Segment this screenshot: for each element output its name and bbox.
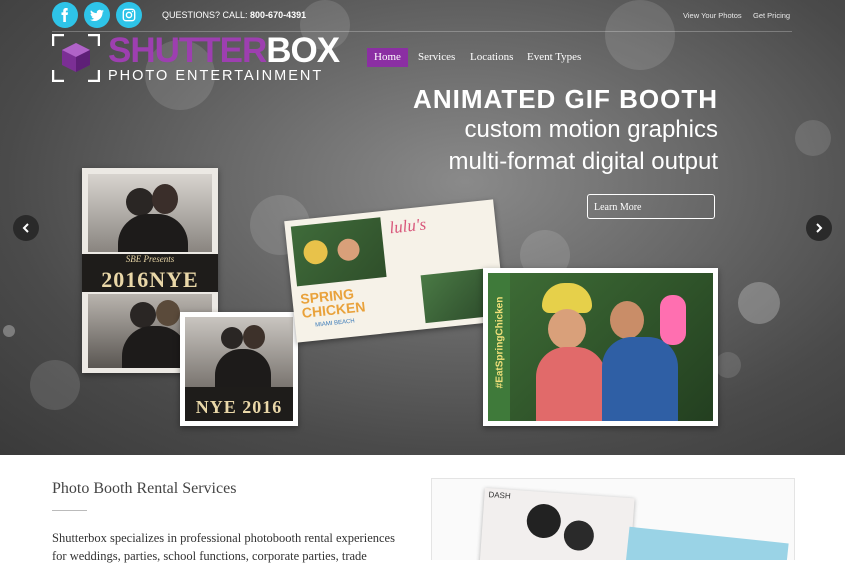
nav-home[interactable]: Home	[367, 48, 408, 67]
person-figure	[525, 502, 562, 540]
bokeh-circle	[738, 282, 780, 324]
photo-print-dash: DASH	[479, 487, 635, 560]
flamingo-prop	[660, 295, 686, 345]
hashtag-text: #EatSpringChicken	[494, 296, 506, 389]
person-figure	[118, 214, 188, 252]
person-figure	[562, 519, 595, 552]
person-figure	[336, 237, 361, 262]
person-figure	[156, 300, 180, 326]
prev-slide-button[interactable]	[13, 215, 39, 241]
nav-event-types[interactable]: Event Types	[527, 48, 581, 67]
person-figure	[243, 325, 265, 349]
learn-more-button[interactable]: Learn More	[587, 194, 715, 219]
person-figure	[130, 302, 156, 328]
person-figure	[122, 326, 188, 368]
hero-subline-1: custom motion graphics	[464, 116, 718, 143]
hero-headline-block: ANIMATED GIF BOOTH custom motion graphic…	[413, 84, 718, 178]
photo-frame	[185, 317, 293, 387]
dash-caption: DASH	[488, 490, 512, 501]
miami-beach-text: MIAMI BEACH	[314, 318, 356, 329]
instagram-icon[interactable]	[116, 2, 142, 28]
chevron-right-icon	[816, 223, 823, 233]
contact-phone: QUESTIONS? CALL: 800-670-4391	[162, 10, 306, 20]
nye-banner: 2016NYE SBE Presents	[82, 254, 218, 292]
facebook-icon[interactable]	[52, 2, 78, 28]
person-figure	[215, 349, 271, 387]
person-figure	[302, 239, 329, 266]
lulus-logo-text: lulu's	[388, 214, 427, 238]
nye-banner: NYE 2016	[185, 387, 293, 421]
person-figure	[536, 347, 606, 421]
phone-number[interactable]: 800-670-4391	[250, 10, 306, 20]
hashtag-sidebar: #EatSpringChicken	[488, 273, 510, 421]
nav-locations[interactable]: Locations	[470, 48, 513, 67]
logo-word-box: BOX	[266, 31, 340, 70]
nav-services[interactable]: Services	[418, 48, 455, 67]
photo-print-nye-small: NYE 2016	[180, 312, 298, 426]
photo-print-blue	[625, 526, 789, 560]
top-bar: QUESTIONS? CALL: 800-670-4391 View Your …	[0, 0, 845, 32]
logo-cube-icon[interactable]	[51, 33, 101, 83]
section-paragraph: Shutterbox specializes in professional p…	[52, 531, 395, 563]
person-figure	[610, 301, 644, 339]
photo-frame	[88, 174, 212, 252]
chevron-left-icon	[22, 223, 29, 233]
photo-print-eat-spring-chicken: #EatSpringChicken	[483, 268, 718, 426]
photo-print-spring-chicken: lulu's SPRING CHICKEN MIAMI BEACH	[284, 199, 506, 343]
hero-subline-2: multi-format digital output	[448, 148, 718, 175]
person-figure	[221, 327, 243, 349]
photo-frame	[510, 273, 713, 421]
call-label: QUESTIONS? CALL:	[162, 10, 248, 20]
bokeh-circle	[3, 325, 15, 337]
services-image-panel: DASH	[431, 478, 795, 560]
hero-headline: ANIMATED GIF BOOTH	[413, 84, 718, 114]
twitter-icon[interactable]	[84, 2, 110, 28]
spring-chicken-text: SPRING CHICKEN	[299, 285, 367, 321]
section-divider	[52, 510, 87, 511]
person-figure	[152, 184, 178, 214]
nye-banner-text: 2016NYE	[101, 267, 199, 292]
person-figure	[602, 337, 678, 421]
bokeh-circle	[30, 360, 80, 410]
get-pricing-link[interactable]: Get Pricing	[753, 11, 790, 20]
logo-wordmark[interactable]: SHUTTERBOX	[108, 31, 340, 70]
bokeh-circle	[795, 120, 831, 156]
section-title: Photo Booth Rental Services	[52, 480, 237, 497]
person-figure	[126, 188, 154, 216]
logo-word-shutter: SHUTTER	[108, 31, 267, 70]
bokeh-circle	[715, 352, 741, 378]
nye-small-text: NYE 2016	[195, 397, 283, 417]
photo-frame	[290, 217, 387, 287]
person-figure	[548, 309, 586, 349]
hero-slider: QUESTIONS? CALL: 800-670-4391 View Your …	[0, 0, 845, 455]
view-photos-link[interactable]: View Your Photos	[683, 11, 742, 20]
next-slide-button[interactable]	[806, 215, 832, 241]
logo-tagline: PHOTO ENTERTAINMENT	[108, 68, 324, 84]
sbe-text: SBE Presents	[125, 254, 175, 264]
